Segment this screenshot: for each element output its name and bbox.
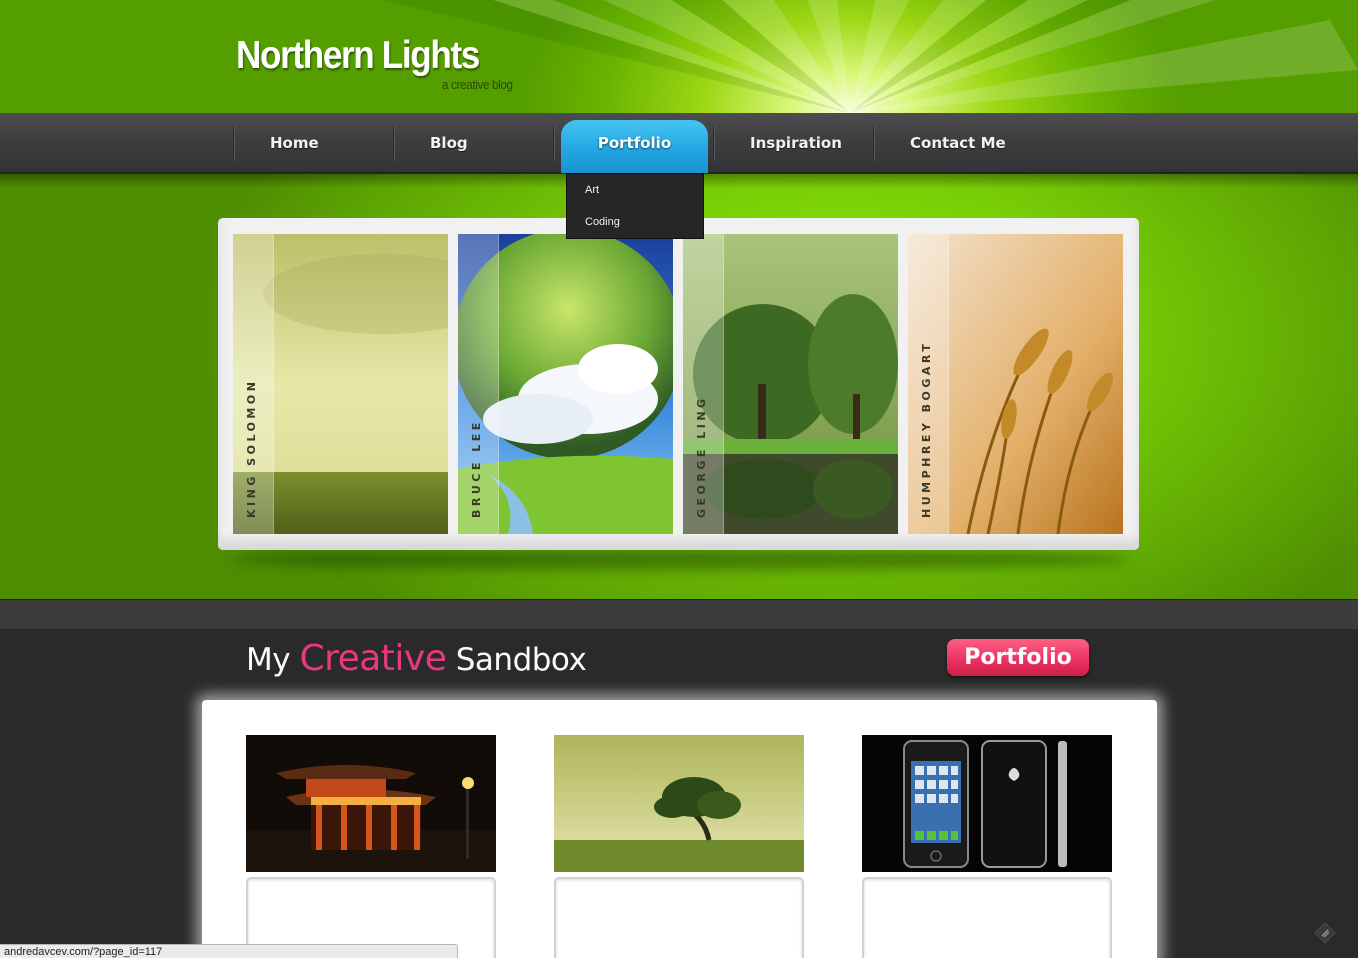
nav-item-blog[interactable]: Blog (430, 113, 468, 173)
sandbox-heading: My Creative Sandbox (246, 638, 587, 679)
nav-separator (873, 125, 875, 161)
slide-bruce-lee[interactable]: BRUCE LEE (458, 234, 673, 534)
site-title[interactable]: Northern Lights (236, 34, 480, 78)
nav-item-contact[interactable]: Contact Me (910, 113, 1006, 173)
section-divider (0, 599, 1358, 629)
dropdown-item-art[interactable]: Art (585, 184, 599, 196)
nav-item-home[interactable]: Home (270, 113, 319, 173)
nav-separator (393, 125, 395, 161)
thumbnail-iphone[interactable] (862, 735, 1112, 872)
nav-item-inspiration[interactable]: Inspiration (750, 113, 842, 173)
site-header: Northern Lights a creative blog (0, 0, 1358, 113)
slide-caption: BRUCE LEE (470, 419, 483, 518)
page: Northern Lights a creative blog Home Blo… (0, 0, 1358, 958)
sunburst-rays (382, 0, 1358, 113)
thumbnail-card (554, 877, 804, 958)
nav-separator (233, 125, 235, 161)
portfolio-button[interactable]: Portfolio (947, 639, 1089, 676)
browser-status-bar: andredavcev.com/?page_id=117 (0, 944, 458, 958)
thumbnail-card (862, 877, 1112, 958)
slide-george-ling[interactable]: GEORGE LING (683, 234, 898, 534)
site-logo[interactable]: Northern Lights a creative blog (236, 34, 513, 92)
slide-caption: KING SOLOMON (245, 378, 258, 518)
sandbox-heading-prefix: My (246, 642, 291, 678)
site-tagline: a creative blog (442, 77, 513, 92)
nav-separator (553, 125, 555, 161)
dropdown-item-coding[interactable]: Coding (585, 216, 620, 228)
main-navigation: Home Blog Portfolio Inspiration Contact … (0, 113, 1358, 173)
iphone-product-image (862, 735, 1112, 872)
thumbnail-tree[interactable] (554, 735, 804, 872)
sandbox-heading-accent: Creative (299, 638, 447, 679)
slide-caption: GEORGE LING (695, 395, 708, 518)
slide-caption: HUMPHREY BOGART (920, 340, 933, 518)
pagoda-night-image (246, 735, 496, 872)
windswept-tree-image (554, 735, 804, 872)
slide-humphrey-bogart[interactable]: HUMPHREY BOGART (908, 234, 1123, 534)
sandbox-heading-suffix: Sandbox (455, 642, 587, 678)
slider-shadow (230, 548, 1130, 570)
portfolio-dropdown-menu: Art Coding (566, 173, 704, 239)
nav-item-portfolio[interactable]: Portfolio (561, 120, 708, 173)
nav-separator (713, 125, 715, 161)
scroll-to-top-icon[interactable] (1313, 921, 1337, 945)
slide-king-solomon[interactable]: KING SOLOMON (233, 234, 448, 534)
thumbnail-pagoda[interactable] (246, 735, 496, 872)
